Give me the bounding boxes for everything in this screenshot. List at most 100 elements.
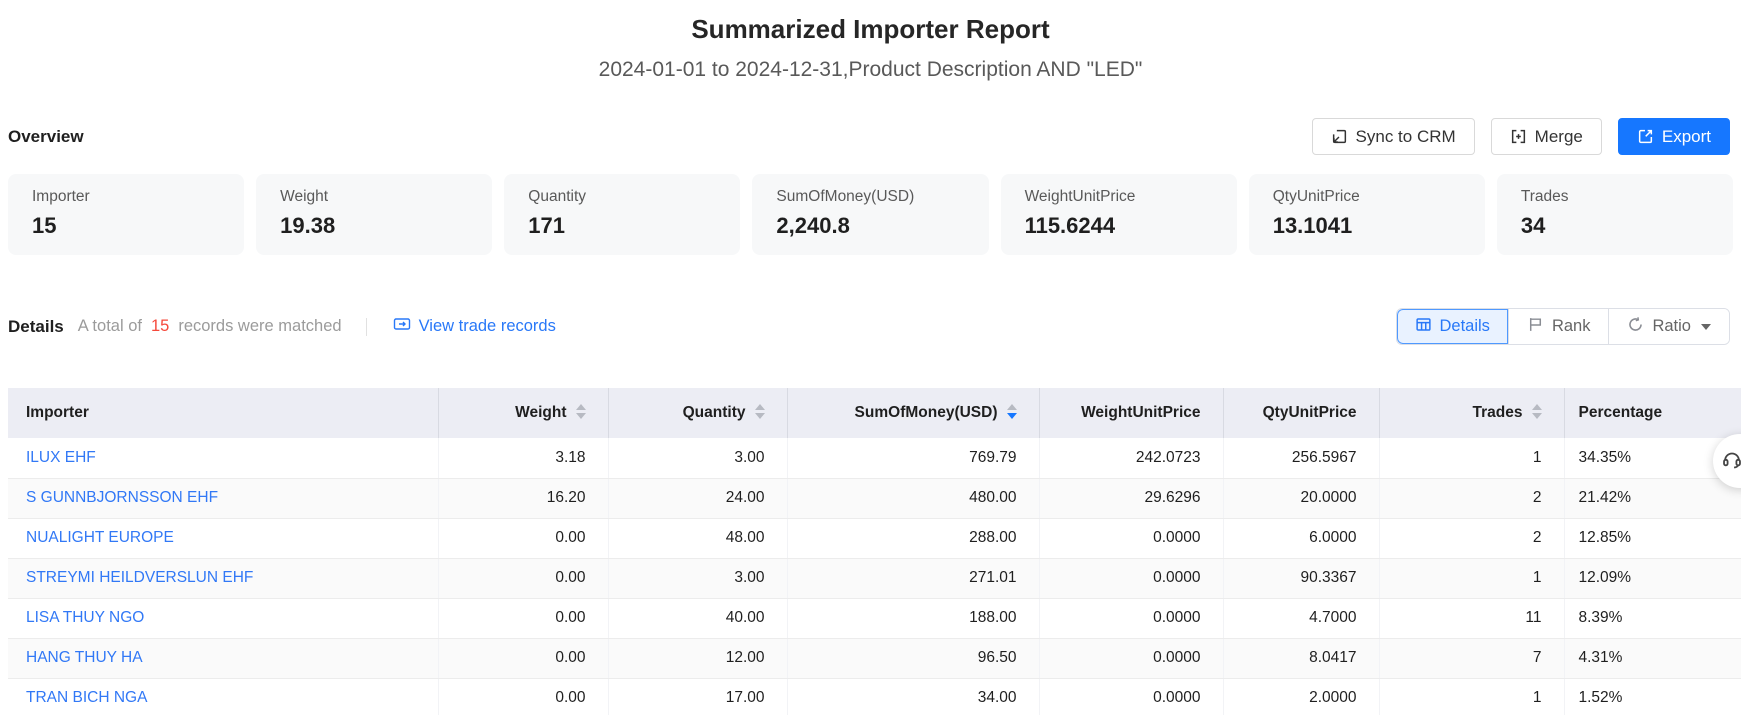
cell-quantity: 24.00 bbox=[608, 478, 787, 518]
stat-label: Trades bbox=[1521, 188, 1733, 206]
cell-sumofmoney-usd-: 271.01 bbox=[787, 558, 1039, 598]
importer-cell: S GUNNBJORNSSON EHF bbox=[8, 478, 438, 518]
table-row: NUALIGHT EUROPE0.0048.00288.000.00006.00… bbox=[8, 518, 1741, 558]
stat-card-importer: Importer 15 bbox=[8, 174, 244, 255]
trade-records-icon bbox=[393, 316, 411, 337]
column-label: SumOfMoney(USD) bbox=[855, 404, 998, 421]
overview-bar: Overview Sync to CRM Merge bbox=[0, 118, 1741, 155]
merge-button[interactable]: Merge bbox=[1491, 118, 1602, 155]
table-row: ILUX EHF3.183.00769.79242.0723256.596713… bbox=[8, 438, 1741, 478]
cell-weight: 0.00 bbox=[438, 638, 608, 678]
cell-weight: 16.20 bbox=[438, 478, 608, 518]
cell-percentage: 21.42% bbox=[1564, 478, 1741, 518]
importer-link[interactable]: HANG THUY HA bbox=[26, 649, 143, 666]
stat-value: 115.6244 bbox=[1025, 213, 1237, 239]
tab-details[interactable]: Details bbox=[1397, 309, 1508, 344]
tab-ratio[interactable]: Ratio bbox=[1608, 309, 1729, 344]
column-header-sumofmoney-usd-[interactable]: SumOfMoney(USD) bbox=[787, 388, 1039, 438]
stat-label: SumOfMoney(USD) bbox=[776, 188, 988, 206]
column-header-quantity[interactable]: Quantity bbox=[608, 388, 787, 438]
cell-trades: 2 bbox=[1379, 518, 1564, 558]
stat-label: QtyUnitPrice bbox=[1273, 188, 1485, 206]
cell-weight: 3.18 bbox=[438, 438, 608, 478]
cell-trades: 7 bbox=[1379, 638, 1564, 678]
cell-weightunitprice: 0.0000 bbox=[1039, 678, 1223, 715]
sort-carets-icon[interactable] bbox=[1532, 404, 1542, 419]
cell-qtyunitprice: 2.0000 bbox=[1223, 678, 1379, 715]
sort-carets-icon[interactable] bbox=[1007, 404, 1017, 419]
match-text-suffix: records were matched bbox=[178, 317, 341, 336]
tab-rank[interactable]: Rank bbox=[1508, 309, 1609, 344]
column-label: Trades bbox=[1473, 404, 1523, 421]
stat-card-quantity: Quantity171 bbox=[504, 174, 740, 255]
stat-value: 13.1041 bbox=[1273, 213, 1485, 239]
cell-quantity: 3.00 bbox=[608, 558, 787, 598]
export-icon bbox=[1637, 128, 1654, 145]
cell-qtyunitprice: 8.0417 bbox=[1223, 638, 1379, 678]
merge-icon bbox=[1510, 128, 1527, 145]
cell-quantity: 17.00 bbox=[608, 678, 787, 715]
cell-quantity: 48.00 bbox=[608, 518, 787, 558]
cell-percentage: 4.31% bbox=[1564, 638, 1741, 678]
sort-carets-icon[interactable] bbox=[576, 404, 586, 419]
divider bbox=[366, 318, 367, 336]
cell-weightunitprice: 0.0000 bbox=[1039, 638, 1223, 678]
report-header: Summarized Importer Report 2024-01-01 to… bbox=[0, 0, 1741, 82]
view-trade-records-link[interactable]: View trade records bbox=[393, 316, 556, 337]
importer-cell: LISA THUY NGO bbox=[8, 598, 438, 638]
column-label: Importer bbox=[26, 404, 89, 421]
export-button[interactable]: Export bbox=[1618, 118, 1730, 155]
headset-icon bbox=[1721, 448, 1741, 475]
importer-link[interactable]: LISA THUY NGO bbox=[26, 609, 144, 626]
importer-cell: TRAN BICH NGA bbox=[8, 678, 438, 715]
match-count: 15 bbox=[151, 317, 169, 336]
cell-sumofmoney-usd-: 769.79 bbox=[787, 438, 1039, 478]
sort-carets-icon[interactable] bbox=[755, 404, 765, 419]
column-header-importer: Importer bbox=[8, 388, 438, 438]
cell-trades: 11 bbox=[1379, 598, 1564, 638]
cell-weightunitprice: 29.6296 bbox=[1039, 478, 1223, 518]
cell-percentage: 12.09% bbox=[1564, 558, 1741, 598]
cell-sumofmoney-usd-: 480.00 bbox=[787, 478, 1039, 518]
stat-card-qtyunitprice: QtyUnitPrice 13.1041 bbox=[1249, 174, 1485, 255]
column-header-trades[interactable]: Trades bbox=[1379, 388, 1564, 438]
cell-qtyunitprice: 256.5967 bbox=[1223, 438, 1379, 478]
table-row: S GUNNBJORNSSON EHF 16.2024.00480.0029.62… bbox=[8, 478, 1741, 518]
stat-value: 2,240.8 bbox=[776, 213, 988, 239]
cell-trades: 1 bbox=[1379, 678, 1564, 715]
importer-cell: STREYMI HEILDVERSLUN EHF bbox=[8, 558, 438, 598]
match-text-prefix: A total of bbox=[78, 317, 142, 336]
sync-to-crm-label: Sync to CRM bbox=[1356, 127, 1456, 147]
cell-quantity: 3.00 bbox=[608, 438, 787, 478]
column-header-weight[interactable]: Weight bbox=[438, 388, 608, 438]
cell-weightunitprice: 242.0723 bbox=[1039, 438, 1223, 478]
stat-label: Importer bbox=[32, 188, 244, 206]
importer-link[interactable]: ILUX EHF bbox=[26, 449, 96, 466]
cell-trades: 1 bbox=[1379, 558, 1564, 598]
cell-weight: 0.00 bbox=[438, 558, 608, 598]
cell-weightunitprice: 0.0000 bbox=[1039, 518, 1223, 558]
cell-percentage: 12.85% bbox=[1564, 518, 1741, 558]
refresh-icon bbox=[1627, 316, 1644, 338]
stat-card-weightunitprice: WeightUnitPrice115.6244 bbox=[1001, 174, 1237, 255]
importer-link[interactable]: S GUNNBJORNSSON EHF bbox=[26, 489, 218, 506]
stat-label: Quantity bbox=[528, 188, 740, 206]
importer-cell: HANG THUY HA bbox=[8, 638, 438, 678]
cell-sumofmoney-usd-: 188.00 bbox=[787, 598, 1039, 638]
sync-to-crm-button[interactable]: Sync to CRM bbox=[1312, 118, 1475, 155]
sync-to-crm-icon bbox=[1331, 128, 1348, 145]
cell-trades: 1 bbox=[1379, 438, 1564, 478]
importer-link[interactable]: STREYMI HEILDVERSLUN EHF bbox=[26, 569, 253, 586]
stat-value: 15 bbox=[32, 213, 244, 239]
merge-label: Merge bbox=[1535, 127, 1583, 147]
table-row: TRAN BICH NGA0.0017.0034.000.00002.00001… bbox=[8, 678, 1741, 715]
column-label: Weight bbox=[515, 404, 566, 421]
column-label: Quantity bbox=[683, 404, 746, 421]
importer-link[interactable]: NUALIGHT EUROPE bbox=[26, 529, 174, 546]
importer-link[interactable]: TRAN BICH NGA bbox=[26, 689, 147, 706]
cell-percentage: 8.39% bbox=[1564, 598, 1741, 638]
column-label: QtyUnitPrice bbox=[1263, 404, 1357, 421]
details-heading: Details bbox=[8, 317, 64, 337]
stat-value: 19.38 bbox=[280, 213, 492, 239]
table-row: HANG THUY HA0.0012.0096.500.00008.041774… bbox=[8, 638, 1741, 678]
